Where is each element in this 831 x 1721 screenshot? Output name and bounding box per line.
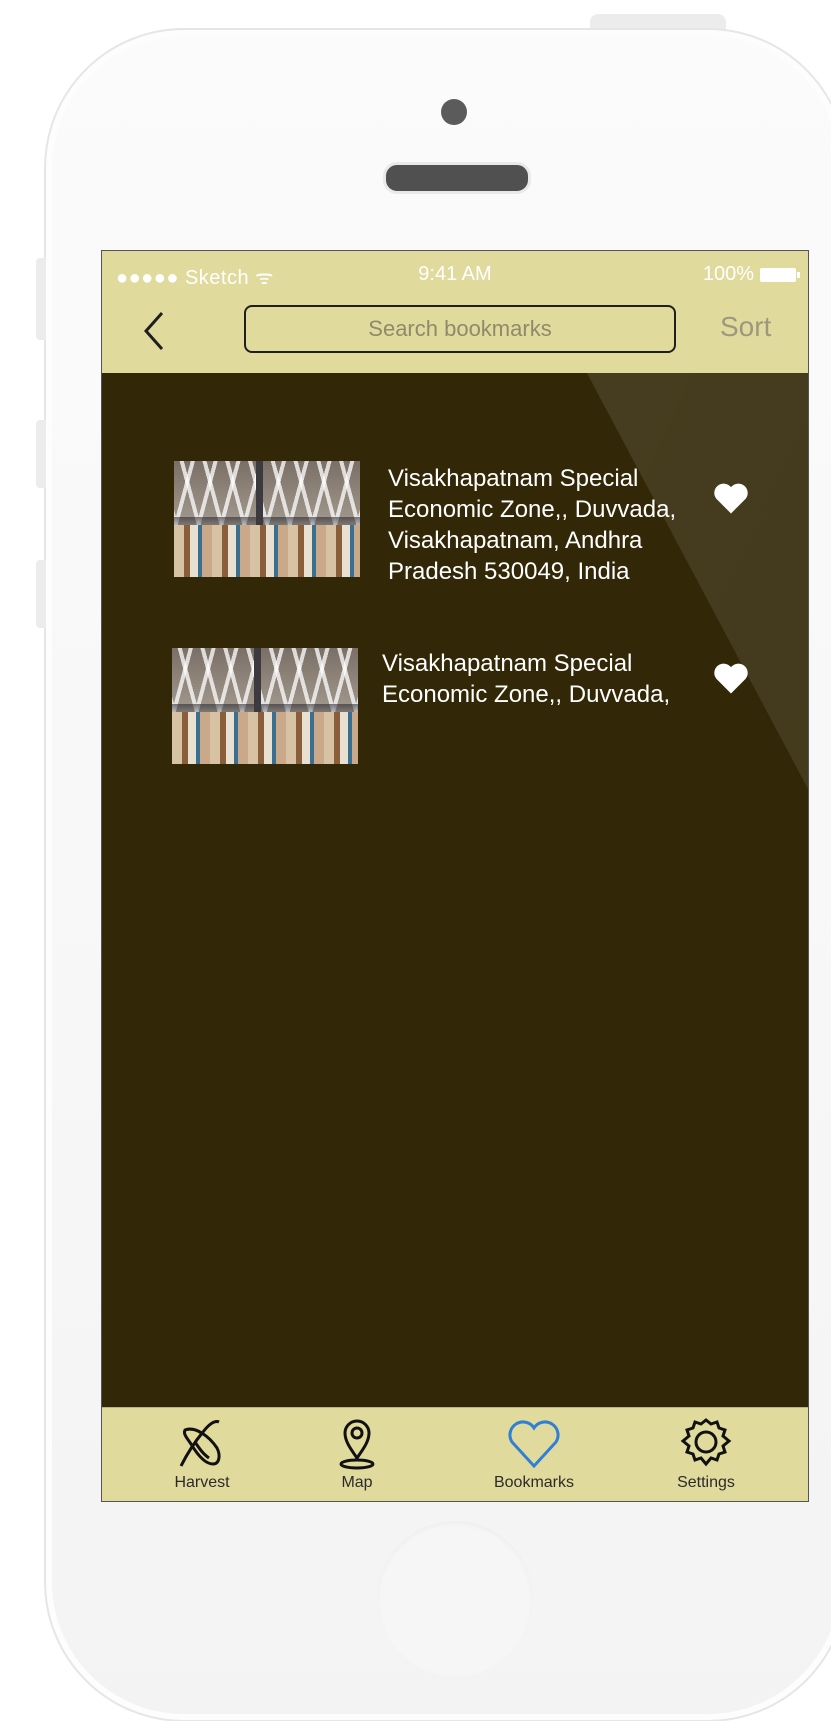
bookmark-item[interactable]: Visakhapatnam Special Economic Zone,, Du… xyxy=(172,648,670,764)
search-input[interactable] xyxy=(244,305,676,353)
back-button[interactable] xyxy=(132,307,176,355)
page: ●●●●● Sketch ᯤ 9:41 AM 100% Sort Visakha… xyxy=(0,0,831,1721)
status-bar: ●●●●● Sketch ᯤ 9:41 AM 100% xyxy=(102,251,808,293)
front-camera xyxy=(441,99,467,125)
screen-glare xyxy=(522,251,808,1351)
battery-icon xyxy=(760,267,800,282)
bookmark-address: Visakhapatnam Special Economic Zone,, Du… xyxy=(388,465,677,585)
tab-label: Map xyxy=(341,1474,373,1491)
tab-label: Harvest xyxy=(174,1474,230,1491)
tab-bar: Harvest Map Bookmarks Settings xyxy=(102,1407,808,1501)
harvest-icon xyxy=(179,1420,221,1467)
bookmark-thumbnail xyxy=(172,648,358,764)
bookmark-address: Visakhapatnam Special Economic Zone,, Du… xyxy=(382,650,671,708)
bookmark-item[interactable]: Visakhapatnam Special Economic Zone,, Du… xyxy=(174,461,676,587)
mute-switch xyxy=(36,258,46,340)
bookmark-thumbnail xyxy=(174,461,360,577)
volume-up-button xyxy=(36,420,46,488)
chevron-left-icon xyxy=(143,312,164,350)
tab-label: Bookmarks xyxy=(493,1474,575,1491)
heart-icon[interactable] xyxy=(712,661,750,695)
battery-status: 100% xyxy=(702,263,800,286)
volume-down-button xyxy=(36,560,46,628)
heart-icon[interactable] xyxy=(712,481,750,515)
tab-harvest[interactable]: Harvest xyxy=(127,1414,277,1501)
tab-map[interactable]: Map xyxy=(282,1414,432,1501)
tab-settings[interactable]: Settings xyxy=(631,1414,781,1501)
heart-icon xyxy=(508,1420,560,1469)
tab-label: Settings xyxy=(677,1474,735,1491)
nav-bar: Sort xyxy=(102,293,808,373)
app-screen: ●●●●● Sketch ᯤ 9:41 AM 100% Sort Visakha… xyxy=(101,250,809,1502)
sort-button[interactable]: Sort xyxy=(720,311,771,343)
map-pin-icon xyxy=(339,1419,375,1470)
tab-bookmarks[interactable]: Bookmarks xyxy=(459,1414,609,1501)
home-button[interactable] xyxy=(377,1521,533,1677)
earpiece-speaker xyxy=(383,162,531,194)
battery-percent: 100% xyxy=(702,263,754,285)
gear-icon xyxy=(680,1418,732,1467)
